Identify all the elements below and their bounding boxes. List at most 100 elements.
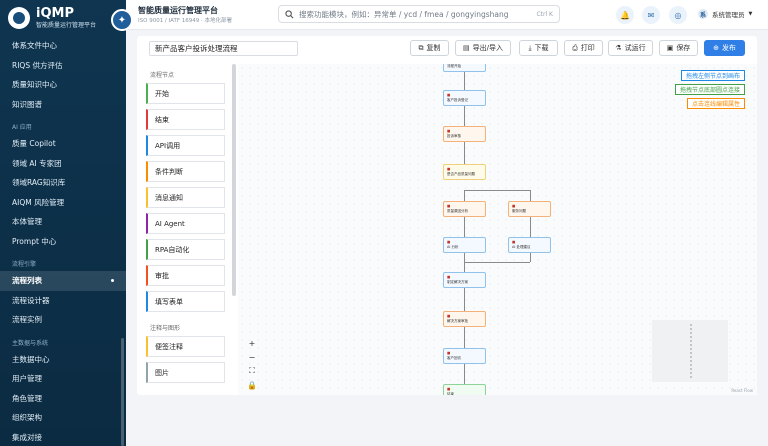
flow-edge[interactable]: [530, 217, 531, 237]
bell-icon[interactable]: 🔔: [616, 6, 634, 24]
import-export-button[interactable]: ▤ 导出/导入: [455, 40, 511, 56]
minimap-node: [690, 340, 692, 342]
lock-icon[interactable]: 🔒: [246, 379, 258, 391]
flow-node[interactable]: ■ 客户回访: [443, 348, 486, 364]
flow-node[interactable]: ■ 质量原因分析: [443, 201, 486, 217]
sidebar-item[interactable]: 集成对接: [0, 428, 126, 446]
palette-node[interactable]: 结束: [146, 109, 225, 130]
sidebar-item[interactable]: RIQS 供方评估: [0, 56, 126, 76]
flow-node[interactable]: ■ AI 分析: [443, 237, 486, 253]
sidebar-item[interactable]: 体系文件中心: [0, 36, 126, 56]
flow-edge[interactable]: [464, 364, 465, 384]
palette-scrollbar[interactable]: [232, 64, 236, 296]
sidebar-item[interactable]: 角色管理: [0, 389, 126, 409]
zoom-in-icon[interactable]: +: [246, 337, 258, 349]
plus-circle-icon: ⊕: [713, 44, 719, 52]
flow-edge[interactable]: [464, 327, 465, 348]
save-button[interactable]: ▣ 保存: [659, 40, 698, 56]
palette-node[interactable]: 消息通知: [146, 187, 225, 208]
palette-node[interactable]: 开始: [146, 83, 225, 104]
sidebar-item[interactable]: 本体管理: [0, 212, 126, 232]
palette-node[interactable]: 审批: [146, 265, 225, 286]
flow-node[interactable]: ■流程开始: [443, 64, 486, 72]
message-icon[interactable]: ✉: [642, 6, 660, 24]
palette-node[interactable]: AI Agent: [146, 213, 225, 234]
sidebar-item[interactable]: 流程实例: [0, 310, 126, 330]
flow-name-input[interactable]: 新产品客户投诉处理流程: [149, 41, 298, 56]
sidebar-item[interactable]: 质量知识中心: [0, 75, 126, 95]
minimap-node: [690, 336, 692, 338]
trial-run-button[interactable]: ⚗ 试运行: [608, 40, 653, 56]
sidebar-item[interactable]: Prompt 中心: [0, 232, 126, 252]
file-icon: ▤: [463, 44, 470, 52]
flow-node[interactable]: ■ 制定解决方案: [443, 272, 486, 288]
sidebar-scrollbar[interactable]: [121, 338, 124, 446]
download-button[interactable]: ⤓ 下载: [519, 40, 558, 56]
flow-canvas[interactable]: 拖拽左侧节点到画布 拖拽节点底部圆点连接 点击连线编辑属性 + − ⛶ 🔒 Reac…: [238, 64, 757, 395]
flow-node-label: AI 处理建议: [512, 245, 531, 249]
flow-node-label: 是否产品质量问题: [447, 172, 475, 176]
flow-edge[interactable]: [464, 190, 530, 191]
flow-node-label: AI 分析: [447, 245, 459, 249]
flow-edge[interactable]: [530, 190, 531, 201]
save-icon: ▣: [666, 44, 674, 52]
flow-edge[interactable]: [464, 217, 465, 237]
flow-node[interactable]: ■ 投诉审核: [443, 126, 486, 142]
flask-icon: ⚗: [615, 44, 622, 52]
flow-node[interactable]: ■ 服务问题: [508, 201, 551, 217]
brand-title: 智能质量运行管理平台: [138, 6, 218, 15]
palette-node[interactable]: 填写表单: [146, 291, 225, 312]
sidebar-item[interactable]: 领域 AI 专家团: [0, 154, 126, 174]
legend-hint: 拖拽左侧节点到画布: [680, 70, 745, 81]
flow-edge[interactable]: [530, 253, 531, 262]
top-bar: 智能质量运行管理平台 ISO 9001 / IATF 16949 · 本地化部署…: [126, 0, 768, 30]
palette-node[interactable]: 图片: [146, 362, 225, 383]
flow-edge[interactable]: [464, 142, 465, 164]
sidebar-item[interactable]: 质量 Copilot: [0, 134, 126, 154]
flow-edge[interactable]: [464, 288, 465, 311]
flow-edge[interactable]: [464, 262, 530, 263]
minimap-node: [690, 368, 692, 370]
flow-node[interactable]: ■ 客户投诉登记: [443, 90, 486, 106]
node-palette: 流程节点 开始结束 API调用条件判断消息通知 AI Agent RPA自动化 审批填写…: [143, 64, 237, 395]
attribution: React Flow: [731, 388, 753, 393]
minimap[interactable]: [652, 320, 728, 382]
sidebar-item[interactable]: 组织架构: [0, 408, 126, 428]
palette-section-title: 流程节点: [150, 72, 175, 79]
flow-node-label: 质量原因分析: [447, 209, 468, 213]
assistant-fab[interactable]: ✦: [111, 9, 133, 31]
globe-icon[interactable]: ◎: [669, 6, 687, 24]
flow-node[interactable]: ■ 是否产品质量问题: [443, 164, 486, 180]
print-button[interactable]: ⎙ 打印: [564, 40, 603, 56]
palette-node[interactable]: 便签注释: [146, 336, 225, 357]
palette-node[interactable]: API调用: [146, 135, 225, 156]
brand: 智能质量运行管理平台 ISO 9001 / IATF 16949 · 本地化部署: [126, 5, 276, 24]
search-box[interactable]: 搜索功能模块，例如：异常单 / ycd / fmea / gongyingsha…: [278, 5, 560, 23]
flow-node[interactable]: ■ 解决方案审批: [443, 311, 486, 327]
palette-node[interactable]: RPA自动化: [146, 239, 225, 260]
flow-edge[interactable]: [464, 72, 465, 90]
sidebar-item[interactable]: AIQM 风险管理: [0, 193, 126, 213]
sidebar-item[interactable]: 流程列表: [0, 271, 126, 291]
sidebar-item[interactable]: 主数据中心: [0, 350, 126, 370]
flow-edge[interactable]: [464, 190, 465, 201]
search-icon: [285, 9, 294, 18]
avatar: 系: [698, 9, 708, 19]
sidebar-item[interactable]: 知识图谱: [0, 95, 126, 115]
minimap-node: [690, 324, 692, 326]
flow-edge[interactable]: [464, 106, 465, 126]
search-input[interactable]: 搜索功能模块，例如：异常单 / ycd / fmea / gongyingsha…: [299, 9, 536, 20]
sidebar-item[interactable]: 领域RAG知识库: [0, 173, 126, 193]
user-menu[interactable]: 系 系统管理员 ▼: [698, 9, 752, 19]
flow-node[interactable]: ■ 结束: [443, 384, 486, 395]
flow-node[interactable]: ■ AI 处理建议: [508, 237, 551, 253]
palette-node[interactable]: 条件判断: [146, 161, 225, 182]
user-name: 系统管理员: [712, 11, 745, 19]
copy-button[interactable]: ⧉ 复制: [410, 40, 449, 56]
sidebar-item[interactable]: 流程设计器: [0, 291, 126, 311]
fit-view-icon[interactable]: ⛶: [246, 365, 258, 377]
zoom-out-icon[interactable]: −: [246, 351, 258, 363]
app-subtitle: 智能质量运行管理平台: [36, 22, 97, 29]
sidebar-item[interactable]: 用户管理: [0, 369, 126, 389]
publish-button[interactable]: ⊕ 发布: [704, 40, 745, 56]
